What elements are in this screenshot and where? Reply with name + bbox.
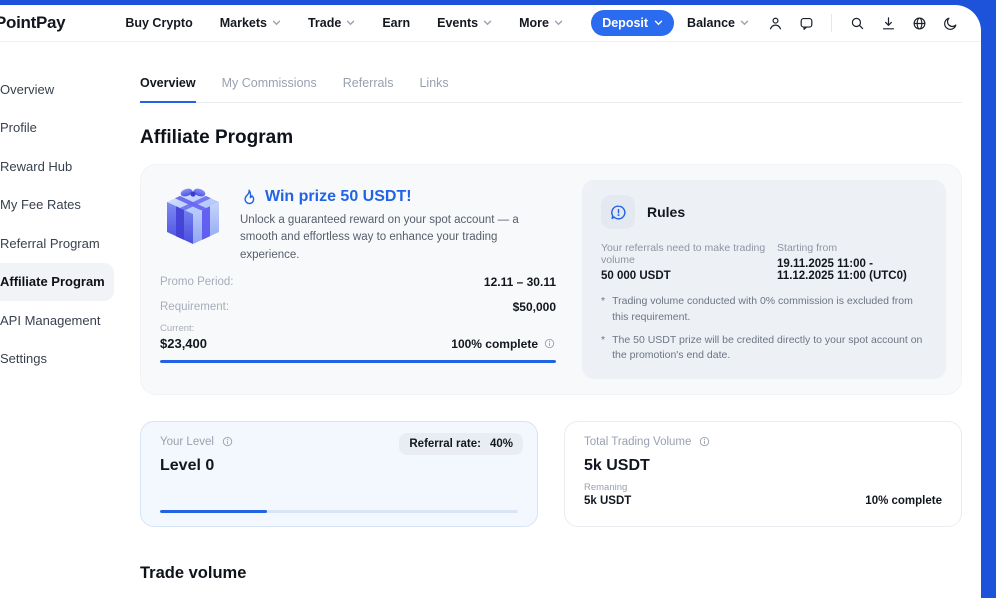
flame-icon: [240, 188, 258, 206]
promo-requirement-value: $50,000: [513, 300, 556, 314]
sidebar-item-reward-hub[interactable]: Reward Hub: [0, 147, 114, 186]
promo-current-label: Current:: [160, 323, 207, 334]
chevron-down-icon: [740, 20, 749, 26]
tab-referrals[interactable]: Referrals: [343, 76, 394, 103]
language-globe-icon[interactable]: [910, 14, 928, 32]
promo-card: Win prize 50 USDT! Unlock a guaranteed r…: [140, 164, 962, 395]
info-icon[interactable]: [221, 435, 234, 448]
promo-progress-bar: [160, 360, 556, 364]
sidebar-item-api-management[interactable]: API Management: [0, 301, 114, 340]
promo-text: Win prize 50 USDT! Unlock a guaranteed r…: [240, 182, 556, 264]
rules-volume-value: 50 000 USDT: [601, 270, 777, 282]
promo-period-value: 12.11 – 30.11: [484, 275, 556, 289]
app-window: PointPay Buy Crypto Markets Trade Earn E…: [0, 5, 981, 598]
pointpay-logo[interactable]: PointPay: [0, 13, 65, 33]
rules-volume-col: Your referrals need to make trading volu…: [601, 242, 777, 282]
rules-volume-label: Your referrals need to make trading volu…: [601, 242, 777, 266]
promo-description: Unlock a guaranteed reward on your spot …: [240, 212, 556, 264]
rules-bullet: *The 50 USDT prize will be credited dire…: [601, 333, 927, 365]
referral-rate-badge: Referral rate: 40%: [399, 433, 523, 455]
main-content: Overview My Commissions Referrals Links …: [140, 42, 981, 598]
top-navbar: PointPay Buy Crypto Markets Trade Earn E…: [0, 5, 981, 42]
rules-dates-value: 19.11.2025 11:00 - 11.12.2025 11:00 (UTC…: [777, 258, 927, 282]
download-icon[interactable]: [879, 14, 897, 32]
level-progress-fill: [160, 510, 267, 514]
sidebar-item-overview[interactable]: Overview: [0, 70, 114, 109]
profile-icon[interactable]: [766, 14, 784, 32]
nav-earn[interactable]: Earn: [382, 16, 410, 30]
tab-bar: Overview My Commissions Referrals Links: [140, 76, 962, 103]
nav-events[interactable]: Events: [437, 16, 492, 30]
main-nav: Buy Crypto Markets Trade Earn Events Mor…: [125, 16, 563, 30]
chevron-down-icon: [272, 20, 281, 26]
promo-left: Win prize 50 USDT! Unlock a guaranteed r…: [156, 180, 558, 379]
sidebar-item-affiliate-program[interactable]: Affiliate Program: [0, 263, 114, 302]
nav-markets[interactable]: Markets: [220, 16, 281, 30]
promo-period-row: Promo Period: 12.11 – 30.11: [160, 275, 556, 289]
promo-period-label: Promo Period:: [160, 276, 234, 288]
navbar-divider: [831, 14, 832, 32]
tab-overview[interactable]: Overview: [140, 76, 196, 103]
level-value: Level 0: [160, 457, 518, 475]
your-level-card: Your Level Referral rate: 40% Level 0: [140, 421, 538, 527]
promo-progress-fill: [160, 360, 556, 364]
tab-links[interactable]: Links: [419, 76, 448, 103]
promo-complete: 100% complete: [451, 337, 556, 351]
gift-box-image: [160, 182, 226, 248]
rules-title: Rules: [647, 204, 685, 220]
level-progress-bar: [160, 510, 518, 514]
rules-bullet: *Trading volume conducted with 0% commis…: [601, 294, 927, 326]
total-trading-volume-label: Total Trading Volume: [584, 436, 691, 448]
rules-bullets: *Trading volume conducted with 0% commis…: [601, 294, 927, 364]
rules-card: Rules Your referrals need to make tradin…: [582, 180, 946, 379]
promo-current-row: Current: $23,400 100% complete: [160, 323, 556, 351]
remaining-label: Remaning: [584, 482, 942, 493]
search-icon[interactable]: [848, 14, 866, 32]
trade-volume-heading: Trade volume: [140, 564, 962, 583]
deposit-button[interactable]: Deposit: [591, 10, 674, 36]
tab-my-commissions[interactable]: My Commissions: [222, 76, 317, 103]
sidebar-item-my-fee-rates[interactable]: My Fee Rates: [0, 186, 114, 225]
chat-icon[interactable]: [797, 14, 815, 32]
rules-dates-label: Starting from: [777, 242, 927, 254]
page-title: Affiliate Program: [140, 127, 962, 149]
nav-buy-crypto[interactable]: Buy Crypto: [125, 16, 192, 30]
nav-trade[interactable]: Trade: [308, 16, 355, 30]
promo-requirement-row: Requirement: $50,000: [160, 300, 556, 314]
chevron-down-icon: [554, 20, 563, 26]
navbar-actions: Deposit Balance: [591, 10, 959, 36]
promo-current-value: $23,400: [160, 336, 207, 351]
your-level-label: Your Level: [160, 436, 214, 448]
rules-dates-col: Starting from 19.11.2025 11:00 - 11.12.2…: [777, 242, 927, 282]
balance-dropdown[interactable]: Balance: [687, 16, 749, 30]
nav-more[interactable]: More: [519, 16, 563, 30]
total-trading-volume-card: Total Trading Volume 5k USDT Remaning 5k…: [564, 421, 962, 527]
info-icon[interactable]: [543, 337, 556, 350]
rules-alert-bubble-icon: [601, 195, 635, 229]
sidebar-item-referral-program[interactable]: Referral Program: [0, 224, 114, 263]
chevron-down-icon: [346, 20, 355, 26]
info-icon[interactable]: [698, 435, 711, 448]
sidebar-item-profile[interactable]: Profile: [0, 109, 114, 148]
promo-requirement-label: Requirement:: [160, 301, 229, 313]
sidebar-item-settings[interactable]: Settings: [0, 340, 114, 379]
volume-value: 5k USDT: [584, 457, 942, 475]
chevron-down-icon: [654, 20, 663, 26]
chevron-down-icon: [483, 20, 492, 26]
volume-complete: 10% complete: [865, 495, 942, 507]
dark-mode-moon-icon[interactable]: [941, 14, 959, 32]
promo-title: Win prize 50 USDT!: [265, 188, 412, 206]
remaining-value: 5k USDT: [584, 495, 631, 507]
sidebar: Overview Profile Reward Hub My Fee Rates…: [0, 42, 140, 598]
